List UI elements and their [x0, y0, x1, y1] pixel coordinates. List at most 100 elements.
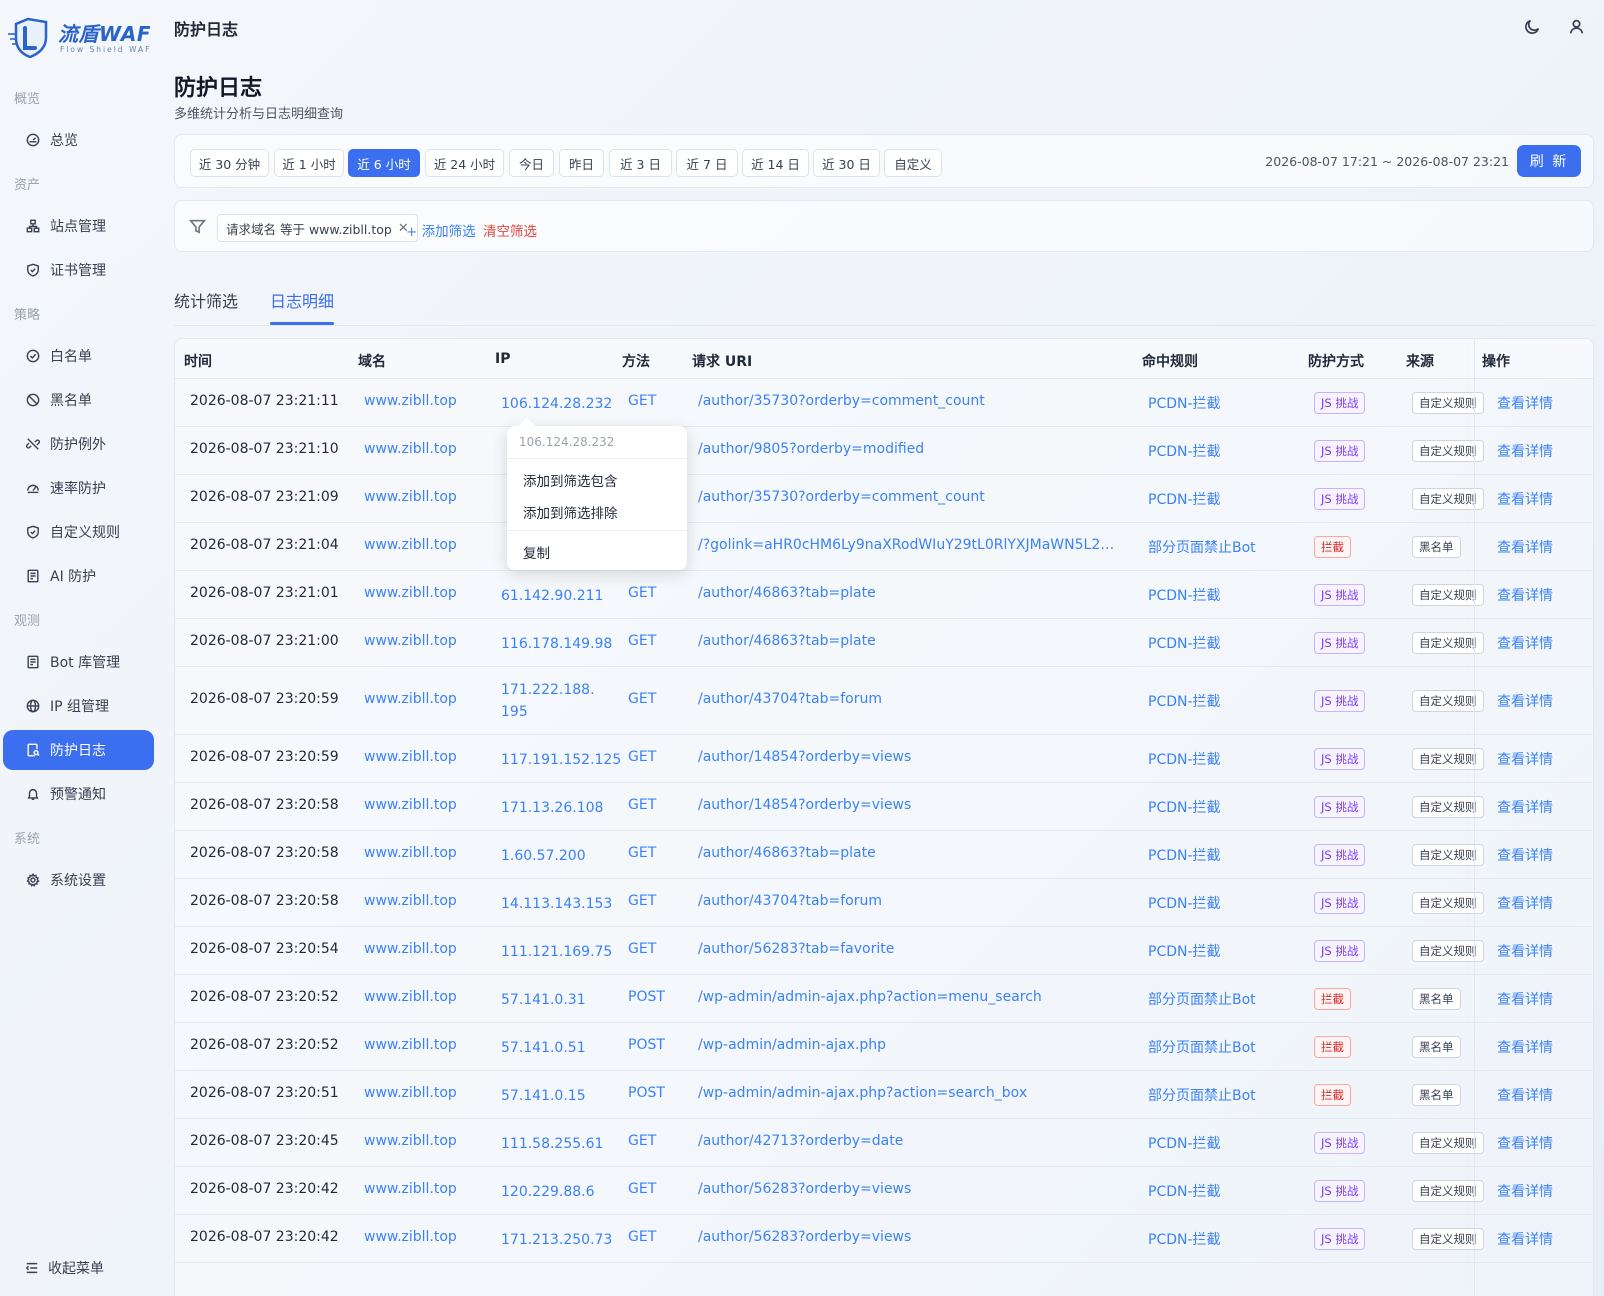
- cell-method[interactable]: POST: [628, 1085, 665, 1101]
- cell-rule[interactable]: PCDN-拦截: [1148, 893, 1221, 913]
- cell-method[interactable]: GET: [628, 585, 656, 601]
- col-header-mode[interactable]: 防护方式: [1308, 351, 1364, 371]
- view-detail-link[interactable]: 查看详情: [1497, 749, 1553, 769]
- col-header-ip[interactable]: IP: [495, 351, 510, 367]
- cell-rule[interactable]: PCDN-拦截: [1148, 441, 1221, 461]
- time-btn-yesterday[interactable]: 昨日: [559, 149, 604, 177]
- col-header-domain[interactable]: 域名: [358, 351, 386, 371]
- time-btn-24h[interactable]: 近 24 小时: [425, 149, 504, 177]
- cell-method[interactable]: GET: [628, 797, 656, 813]
- cell-rule[interactable]: PCDN-拦截: [1148, 393, 1221, 413]
- cell-domain[interactable]: www.zibll.top: [364, 797, 457, 813]
- sidebar-item-sites[interactable]: 站点管理: [3, 206, 154, 246]
- col-header-source[interactable]: 来源: [1406, 351, 1434, 371]
- cell-method[interactable]: GET: [628, 749, 656, 765]
- cell-method[interactable]: GET: [628, 1133, 656, 1149]
- time-btn-custom[interactable]: 自定义: [884, 149, 942, 177]
- time-btn-6h[interactable]: 近 6 小时: [348, 149, 420, 177]
- cell-uri[interactable]: /author/35730?orderby=comment_count: [698, 489, 985, 505]
- cell-rule[interactable]: PCDN-拦截: [1148, 749, 1221, 769]
- cell-uri[interactable]: /wp-admin/admin-ajax.php?action=search_b…: [698, 1085, 1027, 1101]
- cell-domain[interactable]: www.zibll.top: [364, 393, 457, 409]
- cell-domain[interactable]: www.zibll.top: [364, 441, 457, 457]
- view-detail-link[interactable]: 查看详情: [1497, 393, 1553, 413]
- sidebar-item-certs[interactable]: 证书管理: [3, 250, 154, 290]
- cell-uri[interactable]: /author/43704?tab=forum: [698, 893, 882, 909]
- view-detail-link[interactable]: 查看详情: [1497, 1037, 1553, 1057]
- view-detail-link[interactable]: 查看详情: [1497, 893, 1553, 913]
- tab-stats-filter[interactable]: 统计筛选: [174, 288, 238, 312]
- view-detail-link[interactable]: 查看详情: [1497, 941, 1553, 961]
- time-btn-today[interactable]: 今日: [509, 149, 554, 177]
- cell-rule[interactable]: PCDN-拦截: [1148, 941, 1221, 961]
- cell-rule[interactable]: 部分页面禁止Bot: [1148, 1037, 1256, 1057]
- view-detail-link[interactable]: 查看详情: [1497, 441, 1553, 461]
- sidebar-item-custom-rules[interactable]: 自定义规则: [3, 512, 154, 552]
- cell-domain[interactable]: www.zibll.top: [364, 1181, 457, 1197]
- view-detail-link[interactable]: 查看详情: [1497, 797, 1553, 817]
- menu-item-copy[interactable]: 复制: [523, 542, 550, 562]
- cell-method[interactable]: POST: [628, 1037, 665, 1053]
- view-detail-link[interactable]: 查看详情: [1497, 537, 1553, 557]
- cell-uri[interactable]: /author/9805?orderby=modified: [698, 441, 924, 457]
- cell-domain[interactable]: www.zibll.top: [364, 585, 457, 601]
- cell-rule[interactable]: PCDN-拦截: [1148, 585, 1221, 605]
- cell-ip[interactable]: 57.141.0.15: [501, 1085, 586, 1107]
- cell-rule[interactable]: PCDN-拦截: [1148, 1229, 1221, 1249]
- cell-ip[interactable]: 171.213.250.73: [501, 1229, 612, 1251]
- view-detail-link[interactable]: 查看详情: [1497, 585, 1553, 605]
- col-header-method[interactable]: 方法: [622, 351, 650, 371]
- collapse-menu-button[interactable]: 收起菜单: [25, 1258, 104, 1278]
- filter-chip[interactable]: 请求域名 等于 www.zibll.top ✕: [217, 214, 418, 242]
- cell-domain[interactable]: www.zibll.top: [364, 489, 457, 505]
- cell-ip[interactable]: 106.124.28.232: [501, 393, 612, 415]
- user-icon[interactable]: [1566, 16, 1586, 36]
- cell-uri[interactable]: /author/46863?tab=plate: [698, 585, 876, 601]
- view-detail-link[interactable]: 查看详情: [1497, 989, 1553, 1009]
- cell-method[interactable]: GET: [628, 1229, 656, 1245]
- cell-uri[interactable]: /author/14854?orderby=views: [698, 749, 911, 765]
- view-detail-link[interactable]: 查看详情: [1497, 489, 1553, 509]
- col-header-rule[interactable]: 命中规则: [1142, 351, 1198, 371]
- cell-ip[interactable]: 1.60.57.200: [501, 845, 586, 867]
- cell-domain[interactable]: www.zibll.top: [364, 1133, 457, 1149]
- cell-method[interactable]: POST: [628, 989, 665, 1005]
- sidebar-item-exceptions[interactable]: 防护例外: [3, 424, 154, 464]
- cell-ip[interactable]: 116.178.149.98: [501, 633, 612, 655]
- cell-ip[interactable]: 14.113.143.153: [501, 893, 612, 915]
- cell-rule[interactable]: PCDN-拦截: [1148, 633, 1221, 653]
- cell-rule[interactable]: 部分页面禁止Bot: [1148, 1085, 1256, 1105]
- tab-log-detail[interactable]: 日志明细: [270, 288, 334, 312]
- cell-uri[interactable]: /author/42713?orderby=date: [698, 1133, 903, 1149]
- sidebar-item-rate-limit[interactable]: 速率防护: [3, 468, 154, 508]
- time-btn-30m[interactable]: 近 30 分钟: [190, 149, 269, 177]
- cell-uri[interactable]: /author/35730?orderby=comment_count: [698, 393, 985, 409]
- cell-domain[interactable]: www.zibll.top: [364, 749, 457, 765]
- cell-uri[interactable]: /author/43704?tab=forum: [698, 691, 882, 707]
- cell-rule[interactable]: PCDN-拦截: [1148, 691, 1221, 711]
- cell-domain[interactable]: www.zibll.top: [364, 691, 457, 707]
- cell-ip[interactable]: 57.141.0.31: [501, 989, 586, 1011]
- time-btn-14d[interactable]: 近 14 日: [742, 149, 809, 177]
- cell-uri[interactable]: /author/46863?tab=plate: [698, 633, 876, 649]
- moon-icon[interactable]: [1522, 16, 1542, 36]
- menu-item-add-include[interactable]: 添加到筛选包含: [523, 470, 618, 490]
- time-btn-30d[interactable]: 近 30 日: [813, 149, 880, 177]
- cell-rule[interactable]: PCDN-拦截: [1148, 1181, 1221, 1201]
- cell-rule[interactable]: PCDN-拦截: [1148, 1133, 1221, 1153]
- view-detail-link[interactable]: 查看详情: [1497, 633, 1553, 653]
- cell-domain[interactable]: www.zibll.top: [364, 845, 457, 861]
- cell-method[interactable]: GET: [628, 393, 656, 409]
- sidebar-item-bot-library[interactable]: Bot 库管理: [3, 642, 154, 682]
- cell-method[interactable]: GET: [628, 1181, 656, 1197]
- cell-domain[interactable]: www.zibll.top: [364, 1085, 457, 1101]
- sidebar-item-overview[interactable]: 总览: [3, 120, 154, 160]
- cell-ip[interactable]: 57.141.0.51: [501, 1037, 586, 1059]
- cell-uri[interactable]: /author/46863?tab=plate: [698, 845, 876, 861]
- cell-uri[interactable]: /author/56283?orderby=views: [698, 1229, 911, 1245]
- cell-domain[interactable]: www.zibll.top: [364, 941, 457, 957]
- cell-ip[interactable]: 111.121.169.75: [501, 941, 612, 963]
- cell-uri[interactable]: /wp-admin/admin-ajax.php?action=menu_sea…: [698, 989, 1042, 1005]
- cell-domain[interactable]: www.zibll.top: [364, 633, 457, 649]
- cell-ip[interactable]: 61.142.90.211: [501, 585, 603, 607]
